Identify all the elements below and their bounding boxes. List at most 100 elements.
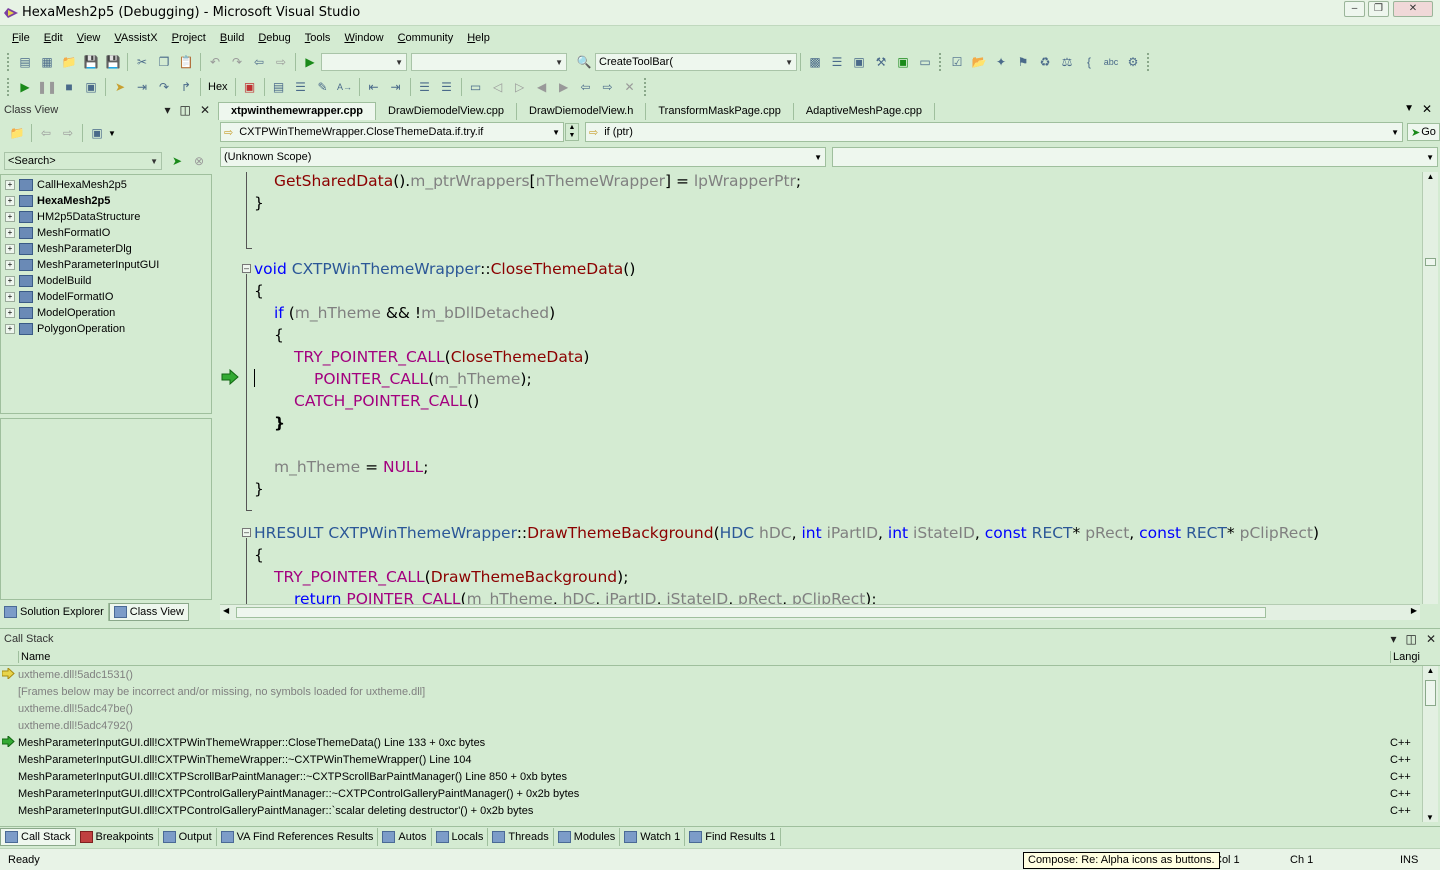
quick-info-icon[interactable]: A→ xyxy=(336,78,354,96)
scroll-left-icon[interactable]: ◀ xyxy=(223,606,229,615)
show-next-statement-icon[interactable]: ➤ xyxy=(111,78,129,96)
tree-item[interactable]: + HM2p5DataStructure xyxy=(1,209,211,225)
text-editor-icon[interactable]: ▤ xyxy=(270,78,288,96)
editor-vertical-scrollbar[interactable]: ▲ xyxy=(1422,172,1438,604)
tree-item[interactable]: + CallHexaMesh2p5 xyxy=(1,177,211,193)
find-combo[interactable]: CreateToolBar(▼ xyxy=(595,53,797,71)
tab-drawdiemodelview-cpp[interactable]: DrawDiemodelView.cpp xyxy=(376,103,517,120)
minimize-button[interactable]: – xyxy=(1344,1,1365,17)
solution-platform-combo[interactable]: ▼ xyxy=(411,53,567,71)
tree-item[interactable]: + ModelOperation xyxy=(1,305,211,321)
call-stack-row[interactable]: MeshParameterInputGUI.dll!CXTPControlGal… xyxy=(0,802,1422,819)
tree-item[interactable]: + MeshFormatIO xyxy=(1,225,211,241)
window-layout-icon[interactable]: ▭ xyxy=(916,53,934,71)
expand-icon[interactable]: + xyxy=(5,228,15,238)
decrease-indent-icon[interactable]: ⇤ xyxy=(365,78,383,96)
tab-xtpwinthemewrapper-cpp[interactable]: xtpwinthemewrapper.cpp xyxy=(218,102,377,120)
next-bookmark-folder-icon[interactable]: ▶ xyxy=(555,78,573,96)
save-all-icon[interactable]: 💾 xyxy=(104,53,122,71)
uncomment-icon[interactable]: ☰ xyxy=(438,78,456,96)
auto-hide-pin-icon[interactable]: ◫ xyxy=(180,103,191,117)
scroll-up-icon[interactable]: ▲ xyxy=(1423,172,1438,181)
navigate-backward-icon[interactable]: ⇦ xyxy=(250,53,268,71)
close-panel-icon[interactable]: ✕ xyxy=(1426,632,1436,646)
toggle-bookmark-icon[interactable]: ▭ xyxy=(467,78,485,96)
expand-icon[interactable]: + xyxy=(5,260,15,270)
save-icon[interactable]: 💾 xyxy=(82,53,100,71)
stop-debugging-icon[interactable]: ■ xyxy=(60,78,78,96)
open-file-icon[interactable]: 📁 xyxy=(60,53,78,71)
step-over-icon[interactable]: ↷ xyxy=(155,78,173,96)
tab-drawdiemodelview-h[interactable]: DrawDiemodelView.h xyxy=(517,103,647,120)
properties-icon[interactable]: ☰ xyxy=(828,53,846,71)
tab-modules[interactable]: Modules xyxy=(554,827,621,846)
scroll-thumb[interactable] xyxy=(1425,680,1436,706)
next-bookmark-icon[interactable]: ▷ xyxy=(511,78,529,96)
tree-item[interactable]: + HexaMesh2p5 xyxy=(1,193,211,209)
tab-breakpoints[interactable]: Breakpoints xyxy=(76,827,159,846)
expand-icon[interactable]: + xyxy=(5,292,15,302)
comment-out-icon[interactable]: ☰ xyxy=(416,78,434,96)
call-stack-row[interactable]: uxtheme.dll!5adc4792() xyxy=(0,717,1422,734)
tree-item[interactable]: + PolygonOperation xyxy=(1,321,211,337)
previous-bookmark-icon[interactable]: ◁ xyxy=(489,78,507,96)
class-view-search-input[interactable]: <Search> ▼ xyxy=(4,152,162,170)
column-language[interactable]: Langi xyxy=(1390,650,1420,663)
class-wizard-icon[interactable]: ✦ xyxy=(992,53,1010,71)
open-folder-icon[interactable]: 📂 xyxy=(970,53,988,71)
menu-view[interactable]: View xyxy=(70,32,108,44)
go-button[interactable]: ➤ Go xyxy=(1407,123,1440,141)
find-in-files-icon[interactable]: 🔍 xyxy=(575,53,593,71)
call-stack-row[interactable]: MeshParameterInputGUI.dll!CXTPScrollBarP… xyxy=(0,768,1422,785)
paste-icon[interactable]: 📋 xyxy=(177,53,195,71)
expand-icon[interactable]: + xyxy=(5,276,15,286)
close-document-icon[interactable]: ✕ xyxy=(1422,102,1432,116)
expand-icon[interactable]: + xyxy=(5,180,15,190)
expand-icon[interactable]: + xyxy=(5,324,15,334)
menu-edit[interactable]: Edit xyxy=(37,32,70,44)
bookmark-icon[interactable]: ⚑ xyxy=(1014,53,1032,71)
tab-class-view[interactable]: Class View xyxy=(108,603,189,621)
member-combo[interactable]: ▼ xyxy=(832,147,1438,167)
tab-locals[interactable]: Locals xyxy=(432,827,489,846)
menu-community[interactable]: Community xyxy=(391,32,461,44)
close-panel-icon[interactable]: ✕ xyxy=(200,103,210,117)
cut-icon[interactable]: ✂ xyxy=(133,53,151,71)
window-position-icon[interactable]: ▾ xyxy=(164,103,170,117)
undo-icon[interactable]: ↶ xyxy=(206,53,224,71)
auto-hide-pin-icon[interactable]: ◫ xyxy=(1406,632,1417,646)
clear-bookmarks-icon[interactable]: ✕ xyxy=(621,78,639,96)
hex-toggle-button[interactable]: Hex xyxy=(204,81,232,93)
scope-combo[interactable]: (Unknown Scope) ▼ xyxy=(220,147,826,167)
new-project-icon[interactable]: ▤ xyxy=(16,53,34,71)
class-view-settings-icon[interactable]: ▣ xyxy=(88,124,106,142)
call-stack-scrollbar[interactable]: ▲ ▼ xyxy=(1422,666,1438,822)
tab-adaptivemeshpage-cpp[interactable]: AdaptiveMeshPage.cpp xyxy=(793,103,936,120)
tree-item[interactable]: + ModelBuild xyxy=(1,273,211,289)
tab-watch-1[interactable]: Watch 1 xyxy=(620,827,686,846)
maximize-button[interactable]: ❐ xyxy=(1368,1,1389,17)
menu-tools[interactable]: Tools xyxy=(298,32,338,44)
previous-bookmark-folder-icon[interactable]: ◀ xyxy=(533,78,551,96)
forward-icon[interactable]: ⇨ xyxy=(59,124,77,142)
expand-icon[interactable]: + xyxy=(5,212,15,222)
solution-config-combo[interactable]: ▼ xyxy=(321,53,407,71)
start-page-icon[interactable]: ▣ xyxy=(894,53,912,71)
scroll-up-icon[interactable]: ▲ xyxy=(1423,666,1438,675)
tab-va-find-references[interactable]: VA Find References Results xyxy=(217,827,379,846)
member-list-icon[interactable]: ☰ xyxy=(292,78,310,96)
object-browser-icon[interactable]: ▣ xyxy=(850,53,868,71)
call-stack-row[interactable]: [Frames below may be incorrect and/or mi… xyxy=(0,683,1422,700)
back-icon[interactable]: ⇦ xyxy=(37,124,55,142)
call-stack-row[interactable]: MeshParameterInputGUI.dll!CXTPWinThemeWr… xyxy=(0,734,1422,751)
spell-check-icon[interactable]: abc xyxy=(1102,53,1120,71)
tab-output[interactable]: Output xyxy=(159,827,217,846)
close-window-button[interactable]: ✕ xyxy=(1393,1,1433,17)
options-icon[interactable]: ⚙ xyxy=(1124,53,1142,71)
increase-indent-icon[interactable]: ⇥ xyxy=(387,78,405,96)
collapse-icon[interactable]: – xyxy=(242,264,251,273)
scroll-thumb[interactable] xyxy=(1425,258,1436,266)
continue-icon[interactable]: ▶ xyxy=(301,53,319,71)
tab-threads[interactable]: Threads xyxy=(488,827,554,846)
nav-spin-button[interactable]: ▲ ▼ xyxy=(565,123,579,141)
